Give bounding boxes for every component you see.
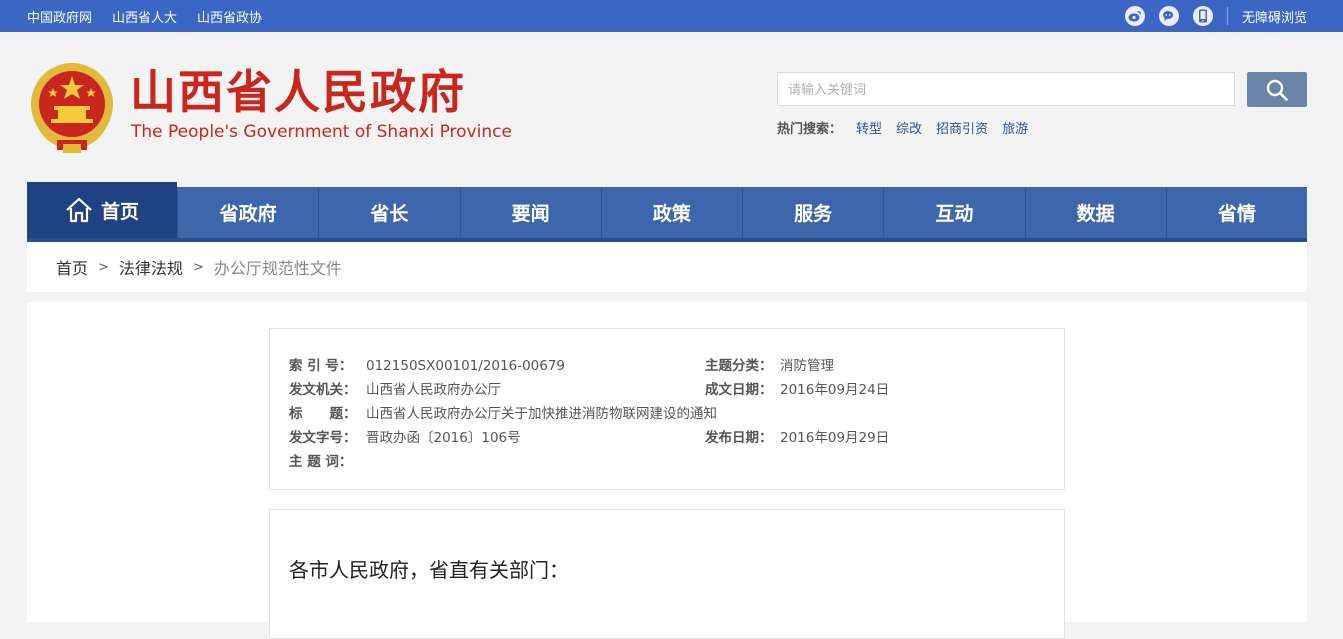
link-shanxi-cppcc[interactable]: 山西省政协 <box>197 7 262 26</box>
meta-created-label: 成文日期： <box>705 382 773 398</box>
meta-index-label: 索 引 号： <box>289 358 353 374</box>
meta-title-value: 山西省人民政府办公厅关于加快推进消防物联网建设的通知 <box>366 406 717 422</box>
nav-items: 省政府 省长 要闻 政策 服务 互动 数据 省情 <box>177 187 1307 238</box>
hot-term-investment[interactable]: 招商引资 <box>936 118 988 137</box>
top-bar: 中国政府网 山西省人大 山西省政协 无障碍浏览 <box>0 0 1343 32</box>
meta-category: 主题分类： 消防管理 <box>705 357 834 375</box>
meta-docno: 发文字号： 晋政办函〔2016〕106号 <box>289 429 521 447</box>
nav-interaction[interactable]: 互动 <box>883 187 1024 238</box>
nav-service[interactable]: 服务 <box>742 187 883 238</box>
hot-term-transformation[interactable]: 转型 <box>856 118 882 137</box>
meta-category-value: 消防管理 <box>780 358 834 374</box>
nav-governor[interactable]: 省长 <box>318 187 459 238</box>
accessibility-link[interactable]: 无障碍浏览 <box>1242 7 1307 26</box>
meta-title: 标 题： 山西省人民政府办公厅关于加快推进消防物联网建设的通知 <box>289 405 717 423</box>
search-button[interactable] <box>1247 72 1307 107</box>
site-subtitle: The People's Government of Shanxi Provin… <box>131 122 512 142</box>
meta-created: 成文日期： 2016年09月24日 <box>705 381 889 399</box>
hot-term-tourism[interactable]: 旅游 <box>1002 118 1028 137</box>
search-input[interactable] <box>777 72 1235 106</box>
breadcrumb-separator: > <box>192 259 204 275</box>
nav-news[interactable]: 要闻 <box>459 187 601 238</box>
nav-provincial-government[interactable]: 省政府 <box>177 187 318 238</box>
link-shanxi-npc[interactable]: 山西省人大 <box>112 7 177 26</box>
weibo-icon[interactable] <box>1124 6 1145 26</box>
wechat-icon[interactable] <box>1158 6 1179 26</box>
meta-published: 发布日期： 2016年09月29日 <box>705 429 889 447</box>
meta-index: 索 引 号： 012150SX00101/2016-00679 <box>289 357 565 375</box>
meta-issuer-label: 发文机关： <box>289 382 357 398</box>
document-body: 各市人民政府，省直有关部门： <box>269 509 1065 639</box>
link-gov-cn[interactable]: 中国政府网 <box>27 7 92 26</box>
meta-keywords-label: 主 题 词： <box>289 454 353 470</box>
nav-data[interactable]: 数据 <box>1024 187 1166 238</box>
nav-province-info[interactable]: 省情 <box>1165 187 1307 238</box>
meta-issuer-value: 山西省人民政府办公厅 <box>366 382 501 398</box>
meta-category-label: 主题分类： <box>705 358 773 374</box>
search-icon <box>1266 79 1288 101</box>
nav-home[interactable]: 首页 <box>27 182 177 238</box>
meta-docno-label: 发文字号： <box>289 430 357 446</box>
main-nav: 首页 省政府 省长 要闻 政策 服务 互动 数据 省情 <box>27 182 1307 242</box>
mobile-icon[interactable] <box>1192 6 1213 26</box>
nav-policy[interactable]: 政策 <box>600 187 742 238</box>
toolbar-separator <box>1226 7 1228 25</box>
home-icon <box>66 197 92 223</box>
national-emblem-icon[interactable] <box>27 58 117 154</box>
top-links: 中国政府网 山西省人大 山西省政协 <box>27 0 262 32</box>
document-meta-box: 索 引 号： 012150SX00101/2016-00679 主题分类： 消防管理… <box>269 328 1065 490</box>
meta-created-value: 2016年09月24日 <box>780 382 890 398</box>
meta-title-label: 标 题： <box>289 406 357 422</box>
breadcrumb-current: 办公厅规范性文件 <box>213 259 342 278</box>
breadcrumb: 首页 > 法律法规 > 办公厅规范性文件 <box>27 242 1307 292</box>
breadcrumb-home[interactable]: 首页 <box>56 255 88 279</box>
hot-search-label: 热门搜索： <box>777 122 843 137</box>
meta-keywords: 主 题 词： <box>289 453 366 471</box>
meta-docno-value: 晋政办函〔2016〕106号 <box>366 430 521 446</box>
top-right-tools: 无障碍浏览 <box>1124 0 1307 32</box>
hot-term-reform[interactable]: 综改 <box>896 118 922 137</box>
meta-index-value: 012150SX00101/2016-00679 <box>366 358 566 374</box>
meta-published-label: 发布日期： <box>705 430 773 446</box>
document-greeting: 各市人民政府，省直有关部门： <box>289 558 569 582</box>
breadcrumb-laws[interactable]: 法律法规 <box>119 255 183 279</box>
meta-issuer: 发文机关： 山西省人民政府办公厅 <box>289 381 501 399</box>
breadcrumb-separator: > <box>98 259 109 275</box>
meta-published-value: 2016年09月29日 <box>780 430 890 446</box>
site-title[interactable]: 山西省人民政府 <box>130 64 466 120</box>
nav-home-label: 首页 <box>100 200 139 223</box>
hot-search: 热门搜索： 转型 综改 招商引资 旅游 <box>777 118 1028 137</box>
